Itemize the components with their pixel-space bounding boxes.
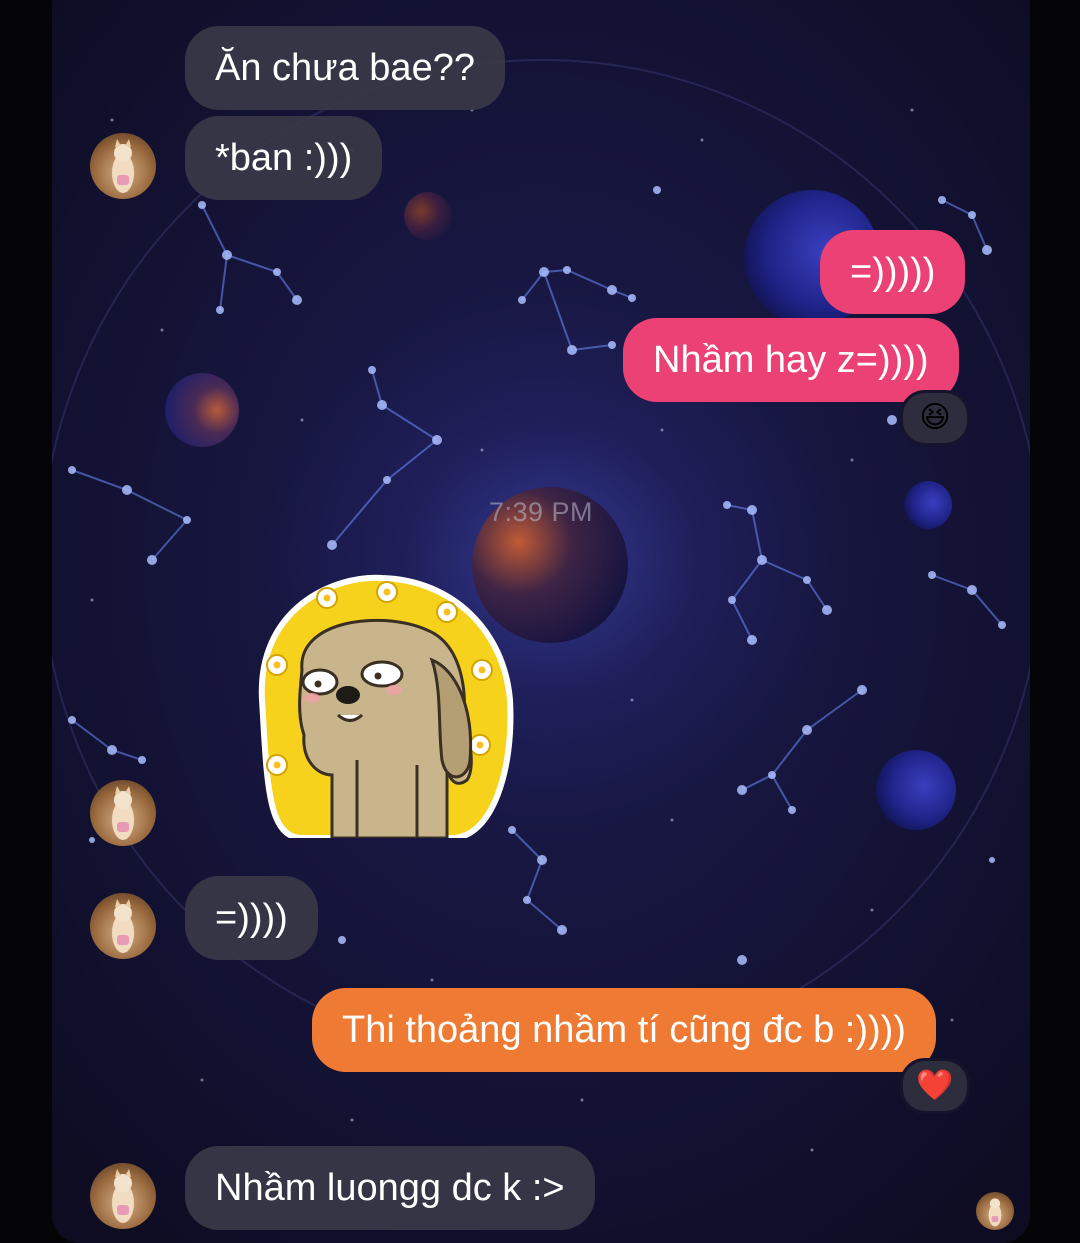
screen: Ăn chưa bae?? *ban :))) =))))) Nhầm hay … xyxy=(0,0,1080,1243)
contact-avatar[interactable] xyxy=(90,133,156,199)
chat-thread[interactable]: Ăn chưa bae?? *ban :))) =))))) Nhầm hay … xyxy=(52,0,1030,1243)
message-bubble-sent[interactable]: =))))) xyxy=(820,230,966,314)
laughing-emoji-icon: 😆 xyxy=(919,401,951,434)
seen-avatar-icon xyxy=(976,1192,1014,1230)
cat-photo-avatar-icon xyxy=(112,786,134,840)
cat-photo-avatar-icon xyxy=(112,1169,134,1223)
message-text: *ban :))) xyxy=(215,136,353,179)
message-text: =)))) xyxy=(215,896,288,939)
message-bubble-sent[interactable]: Nhầm hay z=)))) xyxy=(623,318,959,402)
message-text: Nhầm hay z=)))) xyxy=(653,338,929,381)
message-bubble-received[interactable]: =)))) xyxy=(185,876,318,960)
reaction-badge[interactable]: ❤️ xyxy=(900,1058,970,1114)
message-text: Ăn chưa bae?? xyxy=(215,46,475,89)
contact-avatar[interactable] xyxy=(90,780,156,846)
message-bubble-received[interactable]: Nhầm luongg dc k :> xyxy=(185,1146,595,1230)
message-bubble-received[interactable]: Ăn chưa bae?? xyxy=(185,26,505,110)
message-bubble-sent[interactable]: Thi thoảng nhầm tí cũng đc b :)))) xyxy=(312,988,936,1072)
message-text: Thi thoảng nhầm tí cũng đc b :)))) xyxy=(342,1008,906,1051)
message-text: =))))) xyxy=(850,250,936,293)
cat-photo-avatar-icon xyxy=(112,899,134,953)
reaction-badge[interactable]: 😆 xyxy=(900,390,970,446)
cat-photo-avatar-icon xyxy=(988,1198,1002,1227)
message-text: Nhầm luongg dc k :> xyxy=(215,1166,565,1209)
message-bubble-received[interactable]: *ban :))) xyxy=(185,116,383,200)
heart-emoji-icon: ❤️ xyxy=(916,1069,954,1102)
yellow-flower-dog-sticker[interactable] xyxy=(242,570,517,838)
timestamp: 7:39 PM xyxy=(488,497,594,527)
cat-photo-avatar-icon xyxy=(112,139,134,193)
contact-avatar[interactable] xyxy=(90,893,156,959)
contact-avatar[interactable] xyxy=(90,1163,156,1229)
